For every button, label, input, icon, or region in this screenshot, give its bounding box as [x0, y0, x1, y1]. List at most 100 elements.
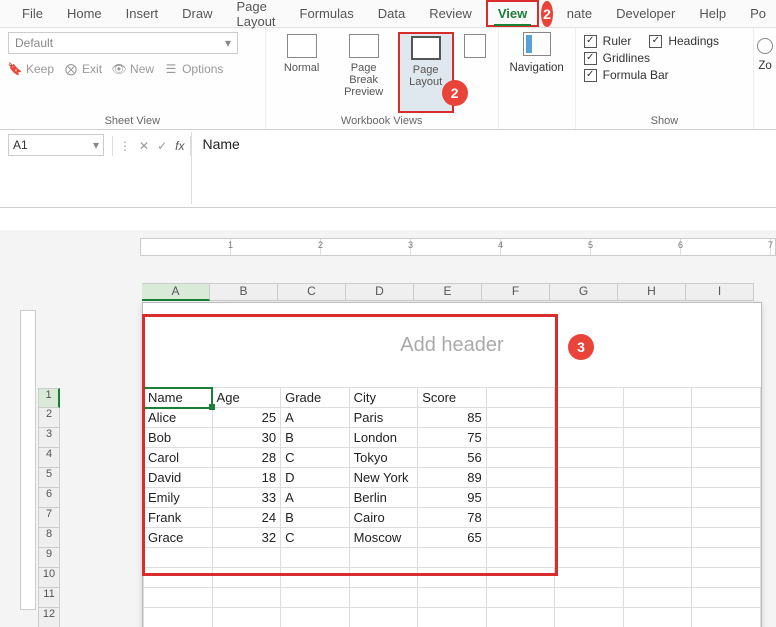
cell[interactable]	[555, 588, 624, 608]
cell[interactable]	[555, 428, 624, 448]
cell[interactable]: Moscow	[349, 528, 418, 548]
cell[interactable]	[623, 488, 692, 508]
keep-button[interactable]: 🔖 Keep	[8, 62, 54, 76]
tab-data[interactable]: Data	[368, 2, 415, 25]
cell[interactable]	[555, 468, 624, 488]
row-header-4[interactable]: 4	[38, 448, 60, 468]
cell[interactable]	[555, 608, 624, 627]
cell[interactable]: Paris	[349, 408, 418, 428]
row-header-1[interactable]: 1	[38, 388, 60, 408]
cell[interactable]	[418, 588, 487, 608]
cell[interactable]	[486, 548, 555, 568]
fx-icon[interactable]: fx	[175, 139, 184, 153]
cell[interactable]: Score	[418, 388, 487, 408]
col-header-F[interactable]: F	[482, 283, 550, 301]
col-header-E[interactable]: E	[414, 283, 482, 301]
cell[interactable]	[623, 508, 692, 528]
cell[interactable]	[212, 588, 281, 608]
tab-review[interactable]: Review	[419, 2, 482, 25]
cell[interactable]	[692, 388, 761, 408]
options-button[interactable]: ☰ Options	[164, 62, 223, 76]
exit-button[interactable]: ⨂ Exit	[64, 62, 102, 76]
cell[interactable]: 89	[418, 468, 487, 488]
cell[interactable]	[486, 588, 555, 608]
page-break-preview-button[interactable]: Page Break Preview	[336, 32, 392, 113]
tab-draw[interactable]: Draw	[172, 2, 222, 25]
cell[interactable]: 18	[212, 468, 281, 488]
cell[interactable]	[692, 548, 761, 568]
cell[interactable]: Emily	[144, 488, 213, 508]
tab-file[interactable]: File	[12, 2, 53, 25]
cell[interactable]: London	[349, 428, 418, 448]
cell[interactable]	[692, 568, 761, 588]
cell[interactable]	[349, 608, 418, 627]
cell[interactable]	[692, 488, 761, 508]
name-box[interactable]: A1 ▾	[8, 134, 104, 156]
cell[interactable]	[486, 508, 555, 528]
cell[interactable]: Frank	[144, 508, 213, 528]
cell[interactable]	[144, 568, 213, 588]
cells-grid[interactable]: Name Age Grade City Score Alice25AParis8…	[143, 387, 761, 627]
enter-icon[interactable]: ✓	[157, 139, 167, 153]
new-button[interactable]: 👁 New	[112, 62, 154, 76]
cell[interactable]	[623, 608, 692, 627]
cancel-icon[interactable]: ✕	[139, 139, 149, 153]
cell[interactable]	[281, 548, 350, 568]
cell[interactable]: 75	[418, 428, 487, 448]
cell[interactable]	[692, 608, 761, 627]
cell[interactable]	[144, 548, 213, 568]
cell[interactable]: David	[144, 468, 213, 488]
col-header-H[interactable]: H	[618, 283, 686, 301]
cell[interactable]	[418, 608, 487, 627]
cell[interactable]: 56	[418, 448, 487, 468]
row-header-3[interactable]: 3	[38, 428, 60, 448]
cell[interactable]: Berlin	[349, 488, 418, 508]
cell[interactable]: 65	[418, 528, 487, 548]
row-header-8[interactable]: 8	[38, 528, 60, 548]
tab-view[interactable]: View	[488, 2, 537, 25]
navigation-button[interactable]: Navigation	[507, 32, 567, 74]
cell[interactable]	[281, 608, 350, 627]
cell[interactable]	[212, 608, 281, 627]
row-header-9[interactable]: 9	[38, 548, 60, 568]
cell[interactable]	[623, 448, 692, 468]
cell[interactable]: New York	[349, 468, 418, 488]
cell[interactable]: A	[281, 408, 350, 428]
sheet-view-combo[interactable]: Default ▾	[8, 32, 238, 54]
col-header-B[interactable]: B	[210, 283, 278, 301]
cell[interactable]: 33	[212, 488, 281, 508]
tab-automate[interactable]: nate	[557, 2, 602, 25]
cell[interactable]: Age	[212, 388, 281, 408]
cell[interactable]: 85	[418, 408, 487, 428]
row-header-10[interactable]: 10	[38, 568, 60, 588]
cell[interactable]: Tokyo	[349, 448, 418, 468]
col-header-G[interactable]: G	[550, 283, 618, 301]
cell[interactable]: B	[281, 428, 350, 448]
cell[interactable]	[349, 548, 418, 568]
col-header-I[interactable]: I	[686, 283, 754, 301]
cell[interactable]: Name	[144, 388, 213, 408]
row-header-5[interactable]: 5	[38, 468, 60, 488]
cell[interactable]: Grade	[281, 388, 350, 408]
cell[interactable]	[692, 528, 761, 548]
cell[interactable]: 24	[212, 508, 281, 528]
gridlines-checkbox[interactable]: ✓ Gridlines	[584, 51, 745, 65]
cell[interactable]	[623, 388, 692, 408]
cell[interactable]	[555, 408, 624, 428]
cell[interactable]: B	[281, 508, 350, 528]
cell[interactable]	[486, 608, 555, 627]
col-header-D[interactable]: D	[346, 283, 414, 301]
tab-home[interactable]: Home	[57, 2, 112, 25]
cell[interactable]	[623, 568, 692, 588]
cell[interactable]	[555, 448, 624, 468]
cell[interactable]: Bob	[144, 428, 213, 448]
cell[interactable]: 25	[212, 408, 281, 428]
cell[interactable]	[692, 588, 761, 608]
formula-input[interactable]: Name	[191, 132, 776, 204]
cell[interactable]: 32	[212, 528, 281, 548]
cell[interactable]	[555, 528, 624, 548]
cell[interactable]: A	[281, 488, 350, 508]
cell[interactable]	[486, 388, 555, 408]
cell[interactable]	[349, 568, 418, 588]
fx-menu-icon[interactable]: ⋮	[119, 139, 131, 153]
